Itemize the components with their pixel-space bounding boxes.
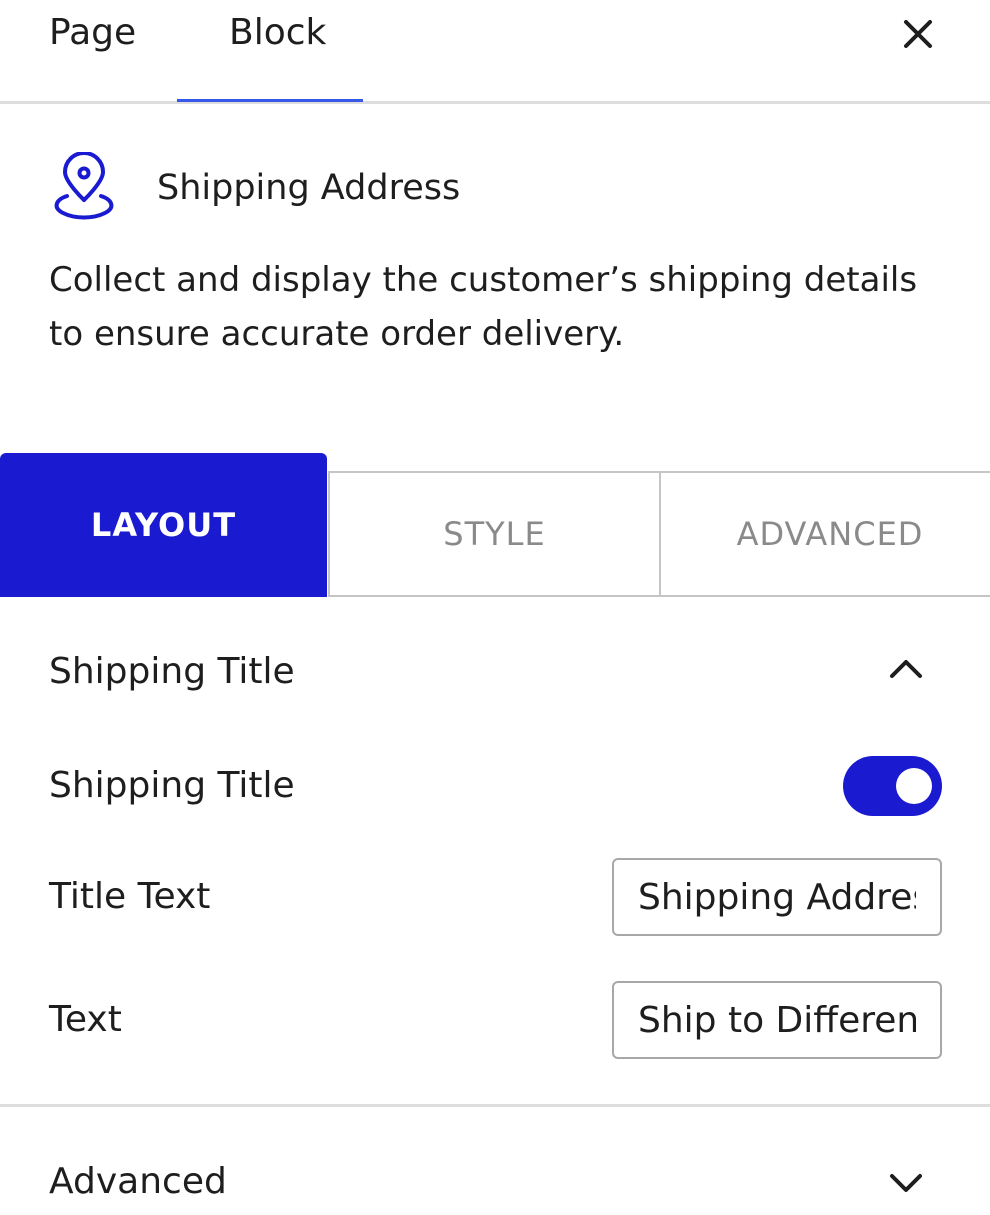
close-button[interactable] <box>898 14 938 54</box>
map-pin-icon <box>49 151 119 224</box>
expand-section-button[interactable] <box>886 1162 926 1202</box>
title-text-label: Title Text <box>49 876 211 917</box>
tab-advanced[interactable]: ADVANCED <box>661 471 990 597</box>
sidebar-tabs: Page Block <box>0 0 990 104</box>
collapse-section-button[interactable] <box>886 648 926 688</box>
block-title: Shipping Address <box>157 168 461 208</box>
chevron-down-icon <box>890 1174 922 1192</box>
block-description: Collect and display the customer’s shipp… <box>49 260 918 354</box>
toggle-knob <box>896 768 932 804</box>
block-settings-panel: Page Block Shipping Address Collect and … <box>0 0 990 1215</box>
section-title-shipping[interactable]: Shipping Title <box>49 651 295 692</box>
tab-layout[interactable]: LAYOUT <box>0 453 327 597</box>
title-text-input[interactable] <box>612 858 942 936</box>
divider <box>0 1104 990 1107</box>
tab-page[interactable]: Page <box>49 12 136 53</box>
tab-block[interactable]: Block <box>229 12 326 53</box>
close-icon <box>904 20 932 48</box>
active-tab-indicator <box>177 99 363 102</box>
panel-tabs: LAYOUT STYLE ADVANCED <box>0 453 990 598</box>
shipping-title-toggle[interactable] <box>843 756 942 816</box>
text-label: Text <box>49 999 122 1040</box>
text-input[interactable] <box>612 981 942 1059</box>
shipping-title-toggle-label: Shipping Title <box>49 765 295 806</box>
section-title-advanced[interactable]: Advanced <box>49 1161 227 1202</box>
chevron-up-icon <box>890 660 922 678</box>
tab-style[interactable]: STYLE <box>328 471 661 597</box>
